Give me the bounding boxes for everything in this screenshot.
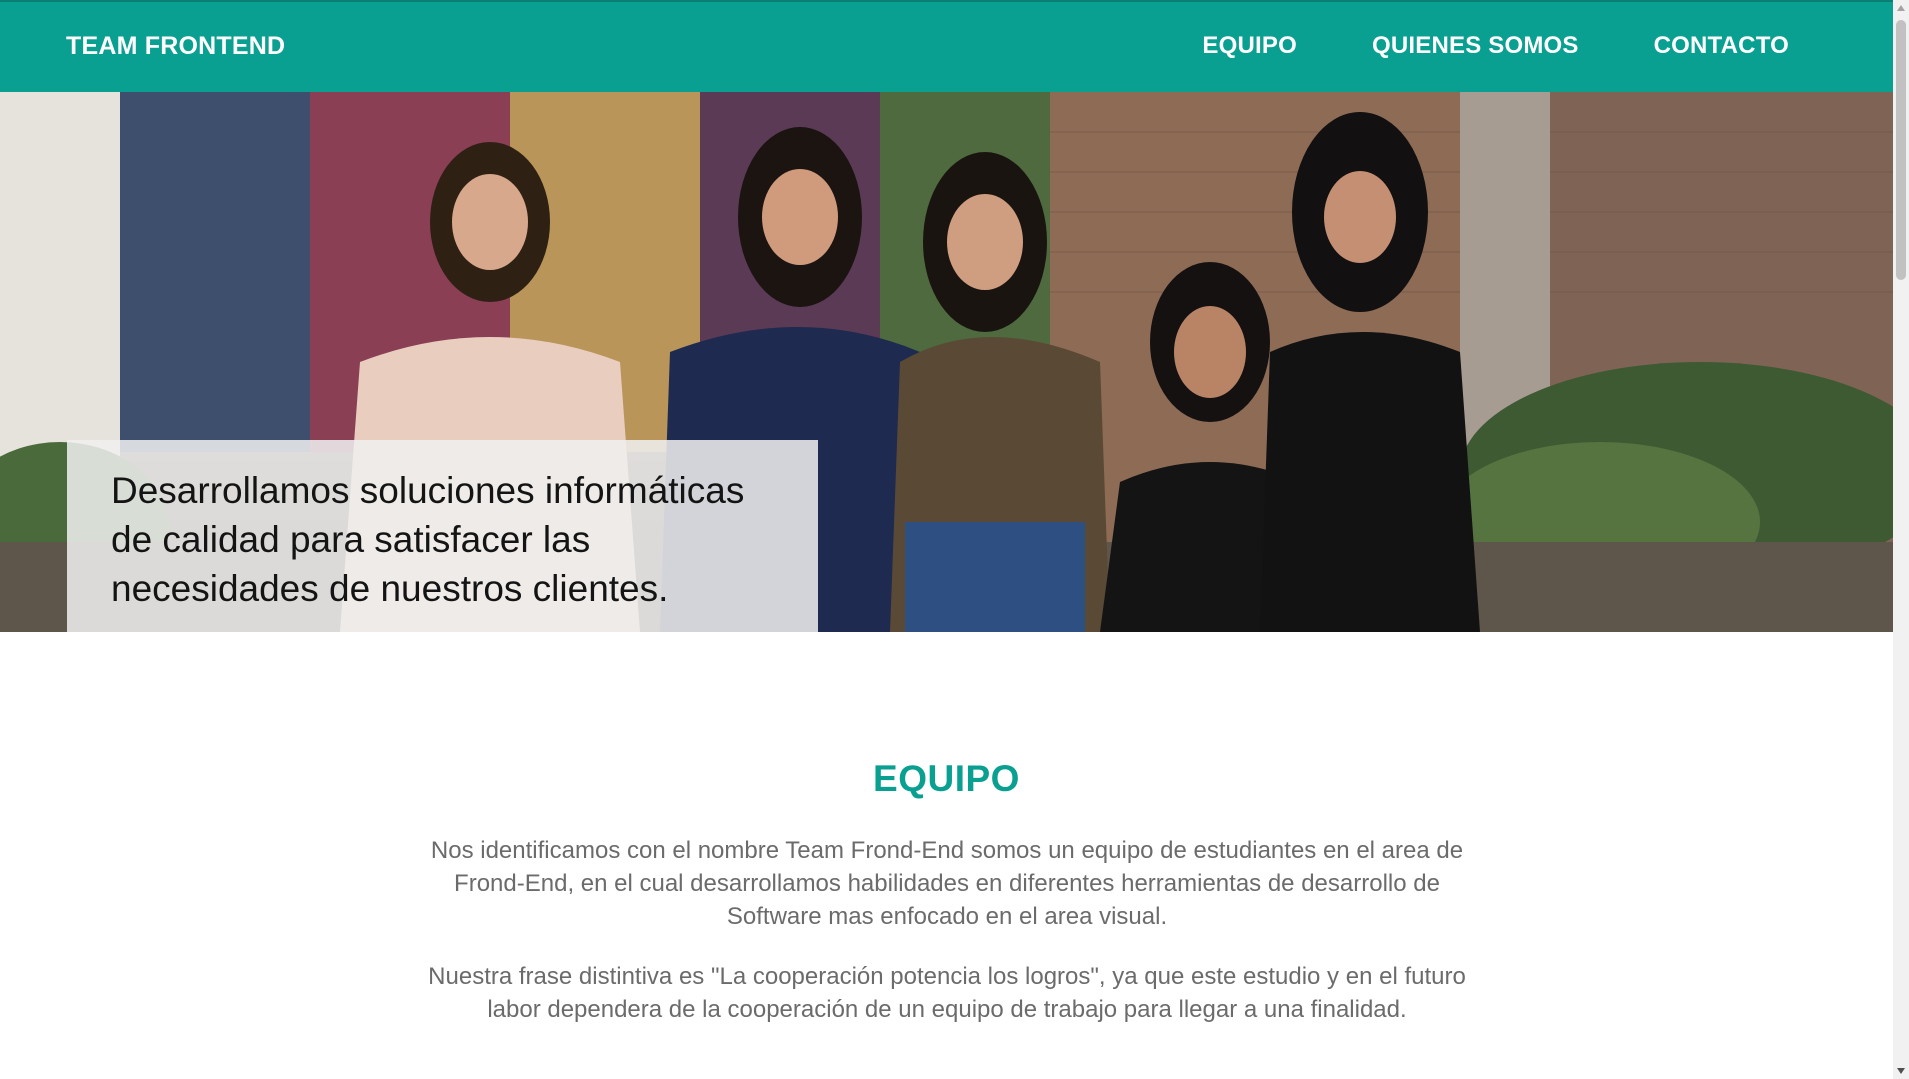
equipo-paragraph-2: Nuestra frase distintiva es "La cooperac… — [428, 963, 1466, 1023]
section-title-equipo: EQUIPO — [873, 758, 1020, 799]
nav-link-quienes-somos[interactable]: QUIENES SOMOS — [1372, 32, 1579, 60]
nav-link-equipo[interactable]: EQUIPO — [1202, 32, 1297, 60]
nav-links: EQUIPO QUIENES SOMOS CONTACTO — [1202, 32, 1789, 60]
page-scrollbar[interactable] — [1893, 0, 1909, 1079]
hero-caption-box: Desarrollamos soluciones informáticas de… — [67, 440, 818, 632]
scroll-up-arrow-icon[interactable] — [1897, 5, 1905, 11]
page: TEAM FRONTEND EQUIPO QUIENES SOMOS CONTA… — [0, 0, 1909, 1079]
hero-caption-text: Desarrollamos soluciones informáticas de… — [111, 470, 745, 609]
navbar: TEAM FRONTEND EQUIPO QUIENES SOMOS CONTA… — [0, 0, 1893, 92]
scrollbar-thumb[interactable] — [1896, 20, 1906, 280]
hero-section: Desarrollamos soluciones informáticas de… — [0, 92, 1893, 632]
brand-logo-link[interactable]: TEAM FRONTEND — [66, 32, 285, 61]
equipo-paragraph-1: Nos identificamos con el nombre Team Fro… — [430, 837, 1464, 930]
nav-link-contacto[interactable]: CONTACTO — [1654, 32, 1789, 60]
scroll-down-arrow-icon[interactable] — [1897, 1068, 1905, 1074]
